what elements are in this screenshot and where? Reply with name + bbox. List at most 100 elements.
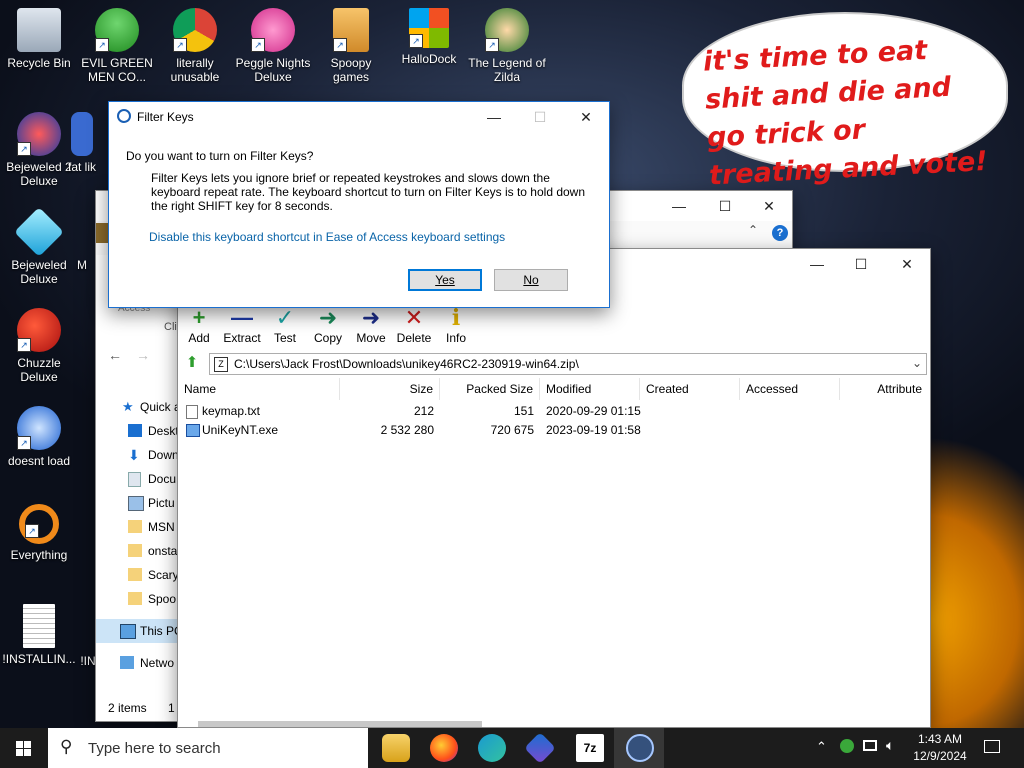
move-button[interactable]: ➜ Move <box>347 305 395 345</box>
nav-label: Netwo <box>140 656 175 670</box>
column-header-size[interactable]: Size <box>340 378 440 400</box>
help-icon[interactable]: ? <box>772 225 788 241</box>
maximize-button[interactable]: ☐ <box>702 191 748 221</box>
text-file-icon <box>186 405 198 419</box>
ease-of-access-link[interactable]: Disable this keyboard shortcut in Ease o… <box>149 230 505 244</box>
clock-time[interactable]: 1:43 AM <box>912 732 968 746</box>
table-row[interactable]: keymap.txt 212 151 2020-09-29 01:15 <box>178 402 928 421</box>
pictures-icon <box>128 496 144 511</box>
taskbar: ⚲ Type here to search 7z ⌃ 🔈︎ 1:43 AM 12… <box>0 728 1024 768</box>
sevenzip-window[interactable]: — ☐ ✕ + Add — Extract ✓ Test ➜ Copy ➜ Mo… <box>177 248 931 728</box>
start-button[interactable] <box>0 728 48 768</box>
desktop-icon-label: The Legend of Zilda <box>468 56 546 84</box>
chevron-down-icon[interactable]: ⌄ <box>912 356 922 370</box>
desktop-icon-bejeweled[interactable]: Bejeweled Deluxe <box>0 207 78 286</box>
desktop-icon-spoopy-games[interactable]: ↗ Spoopy games <box>312 8 390 84</box>
peggle-icon: ↗ <box>251 8 295 52</box>
chrome-icon: ↗ <box>173 8 217 52</box>
nav-label: Docu <box>148 472 177 486</box>
yes-button[interactable]: Yes <box>408 269 482 291</box>
close-button[interactable]: ✕ <box>746 191 792 221</box>
back-button[interactable]: ← <box>108 347 122 363</box>
nav-label: Down <box>148 448 179 462</box>
desktop-icon-hallodock[interactable]: ↗ HalloDock <box>390 8 468 66</box>
row-modified: 2020-09-29 01:15 <box>546 404 641 418</box>
status-bar-items: 2 items <box>108 701 147 715</box>
desktop-icon-label: Recycle Bin <box>7 56 71 70</box>
navigation-pane: ★ Quick a Deskt ⬇ Down Docu Pictu MSN on… <box>96 393 220 693</box>
maximize-button[interactable]: ☐ <box>838 249 884 279</box>
search-box[interactable]: ⚲ Type here to search <box>48 728 368 768</box>
edge-icon[interactable] <box>478 734 506 762</box>
table-row[interactable]: UniKeyNT.exe 2 532 280 720 675 2023-09-1… <box>178 421 928 440</box>
desktop-icon-label: Everything <box>10 548 68 562</box>
desktop-icon-fat[interactable]: fat lik <box>62 112 102 174</box>
firefox-icon[interactable] <box>430 734 458 762</box>
volume-icon[interactable]: 🔈︎ <box>886 737 894 754</box>
desktop-icon-chrome[interactable]: ↗ literally unusable <box>156 8 234 84</box>
desktop-icon-label: Peggle Nights Deluxe <box>235 56 311 84</box>
delete-button[interactable]: ✕ Delete <box>390 305 438 345</box>
desktop-icon-everything[interactable]: ↗ Everything <box>0 504 78 562</box>
sevenzip-icon[interactable]: 7z <box>576 734 604 762</box>
row-size: 2 532 280 <box>380 423 434 437</box>
speech-bubble-text: it's time to eat shit and die and go tri… <box>702 34 989 192</box>
row-name: keymap.txt <box>202 404 261 418</box>
dialog-title: Filter Keys <box>137 110 194 124</box>
archive-icon: Z <box>214 357 228 372</box>
minimize-button[interactable]: — <box>471 102 517 132</box>
desktop-icon-recycle-bin[interactable]: Recycle Bin <box>0 8 78 70</box>
folder-icon: ↗ <box>333 8 369 52</box>
filter-keys-dialog[interactable]: Filter Keys — ☐ ✕ Do you want to turn on… <box>108 101 610 308</box>
close-button[interactable]: ✕ <box>563 102 609 132</box>
network-icon[interactable] <box>863 740 877 751</box>
desktop-icon-installing[interactable]: !INSTALLIN... <box>0 604 78 666</box>
desktop-icon-chuzzle[interactable]: ↗ Chuzzle Deluxe <box>0 308 78 384</box>
desktop-icon-evil-green-men[interactable]: ↗ EVIL GREEN MEN CO... <box>78 8 156 84</box>
no-button[interactable]: No <box>494 269 568 291</box>
minimize-button[interactable]: — <box>794 249 840 279</box>
close-button[interactable]: ✕ <box>884 249 930 279</box>
nav-label: Deskt <box>148 424 179 438</box>
path-bar[interactable]: Z C:\Users\Jack Frost\Downloads\unikey46… <box>209 353 927 375</box>
notification-icon[interactable] <box>984 740 1000 753</box>
desktop-icon-peggle[interactable]: ↗ Peggle Nights Deluxe <box>234 8 312 84</box>
info-icon: i <box>451 305 461 331</box>
row-modified: 2023-09-19 01:58 <box>546 423 641 437</box>
everything-icon: ↗ <box>19 504 59 544</box>
up-folder-button[interactable]: ⬆ <box>182 353 202 373</box>
minimize-button[interactable]: — <box>656 191 702 221</box>
desktop-icon-m[interactable]: M <box>70 258 94 272</box>
active-app-indicator <box>614 728 664 768</box>
recycle-bin-icon <box>17 8 61 52</box>
file-explorer-icon[interactable] <box>382 734 410 762</box>
copy-button[interactable]: ➜ Copy <box>304 305 352 345</box>
horizontal-scrollbar[interactable] <box>198 721 482 727</box>
column-header-modified[interactable]: Modified <box>540 378 640 400</box>
status-bar-selected: 1 <box>168 701 175 715</box>
green-men-icon: ↗ <box>95 8 139 52</box>
column-header-attributes[interactable]: Attribute <box>840 378 928 400</box>
forward-button[interactable]: → <box>136 347 150 363</box>
column-header-name[interactable]: Name <box>178 378 340 400</box>
vscode-icon[interactable] <box>524 732 556 764</box>
file-list: Name Size Packed Size Modified Created A… <box>178 378 928 724</box>
clock-date[interactable]: 12/9/2024 <box>908 749 972 763</box>
windows-logo-icon: ↗ <box>409 8 449 48</box>
column-header-packed-size[interactable]: Packed Size <box>440 378 540 400</box>
chevron-up-icon[interactable]: ⌃ <box>816 739 827 755</box>
desktop-icon-thunderbird[interactable]: ↗ doesnt load <box>0 406 78 468</box>
user-icon[interactable] <box>840 739 854 753</box>
column-header-created[interactable]: Created <box>640 378 740 400</box>
row-packed-size: 720 675 <box>490 423 534 437</box>
pc-icon <box>120 624 136 639</box>
desktop-icon-zilda[interactable]: ↗ The Legend of Zilda <box>468 8 546 84</box>
info-button[interactable]: i Info <box>432 305 480 345</box>
extract-button[interactable]: — Extract <box>218 305 266 345</box>
star-icon: ★ <box>122 399 134 414</box>
nav-label: MSN <box>148 520 175 534</box>
test-button[interactable]: ✓ Test <box>261 305 309 345</box>
column-header-accessed[interactable]: Accessed <box>740 378 840 400</box>
chevron-up-icon[interactable]: ⌃ <box>748 223 758 237</box>
add-button[interactable]: + Add <box>175 305 223 345</box>
